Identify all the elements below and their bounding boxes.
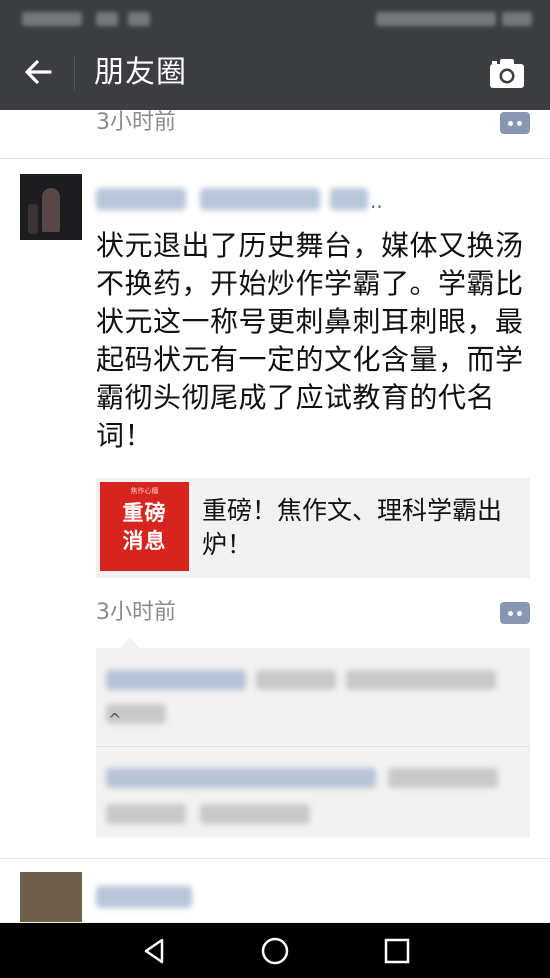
thumbnail-brand: 焦作心檀 (130, 487, 159, 495)
thumbnail-line2: 消息 (122, 529, 167, 553)
title-divider (74, 56, 75, 90)
back-arrow-icon (25, 60, 52, 84)
triangle-back-icon (144, 938, 164, 964)
status-battery-blur (502, 12, 532, 26)
page-title: 朋友圈 (94, 55, 187, 90)
circle-home-icon (261, 937, 289, 965)
poster-name-blur (96, 188, 186, 210)
comments-area: ^ (96, 638, 530, 838)
article-thumbnail: 焦作心檀 重磅 消息 (100, 482, 189, 571)
next-avatar[interactable] (20, 872, 82, 923)
shared-article-card[interactable]: 焦作心檀 重磅 消息 重磅！焦作文、理科学霸出炉！ (96, 478, 530, 578)
system-nav-bar (0, 923, 550, 978)
comment-text-blur (106, 804, 186, 824)
back-button[interactable] (18, 52, 58, 92)
post-separator (0, 158, 550, 159)
moments-feed[interactable]: 3小时前 .. 状元退出了历史舞台，媒体又换汤不换药，开始炒作学霸了。学霸比状元… (0, 110, 550, 923)
poster-name-blur (330, 188, 368, 210)
comment-text-blur (200, 804, 310, 824)
status-time-blur (22, 12, 82, 26)
previous-post-time: 3小时前 (96, 110, 176, 135)
post-text: 状元退出了历史舞台，媒体又换汤不换药，开始炒作学霸了。学霸比状元这一称号更刺鼻刺… (96, 229, 524, 452)
poster-name-ellipsis: .. (370, 189, 383, 213)
camera-button[interactable] (488, 56, 526, 90)
title-bar: 朋友圈 (0, 36, 550, 110)
status-icon-blur (128, 12, 150, 26)
post-separator (0, 858, 550, 859)
nav-home-button[interactable] (257, 933, 293, 969)
nav-recents-button[interactable] (379, 933, 415, 969)
camera-icon (490, 59, 524, 88)
avatar[interactable] (20, 174, 82, 240)
status-signal-blur (376, 12, 496, 26)
comments-caret (120, 638, 140, 648)
poster-name-blur (200, 188, 320, 210)
status-bar (0, 0, 550, 36)
status-icon-blur (96, 12, 118, 26)
post-comment-button[interactable] (500, 602, 530, 624)
comment-author-blur (106, 670, 246, 690)
thumbnail-line1: 重磅 (122, 501, 167, 525)
nav-back-button[interactable] (136, 933, 172, 969)
comment-author-blur (106, 768, 376, 788)
square-recents-icon (384, 938, 410, 964)
comment-divider (96, 746, 530, 747)
expand-glyph: ^ (108, 710, 122, 729)
article-title: 重磅！焦作文、理科学霸出炉！ (202, 496, 503, 559)
previous-post-comment-button[interactable] (500, 112, 530, 134)
comment-text-blur (346, 670, 496, 690)
post-time: 3小时前 (96, 600, 176, 625)
next-poster-name-blur[interactable] (96, 886, 192, 908)
comment-text-blur (256, 670, 336, 690)
comment-text-blur (388, 768, 498, 788)
